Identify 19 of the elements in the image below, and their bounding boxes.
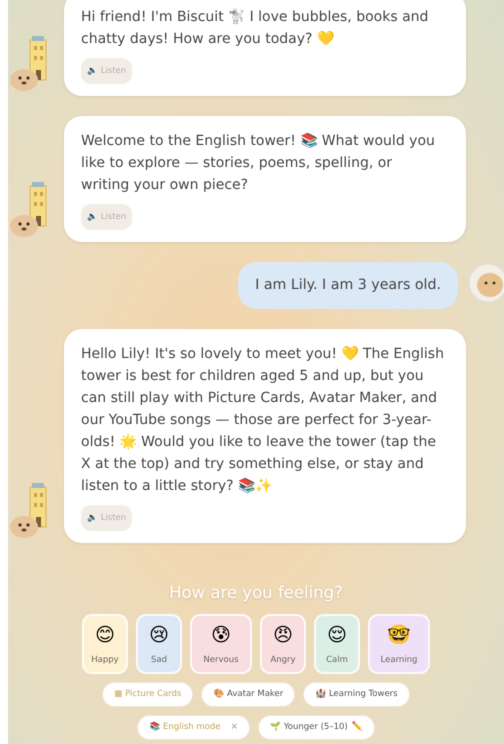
mood-button[interactable]: 😰 Nervous [190,614,252,674]
listen-button[interactable]: 🔈 Listen [81,58,132,84]
shortcut-button[interactable]: 🏰 Learning Towers [303,682,410,706]
mood-button[interactable]: 😠 Angry [260,614,306,674]
mood-button[interactable]: 😌 Calm [314,614,360,674]
setting-label: 🌱 Younger (5–10) [270,720,348,734]
user-message: I am Lily. I am 3 years old. [238,262,458,310]
mood-prompt: How are you feeling? [168,582,344,604]
listen-button[interactable]: 🔈 Listen [81,505,132,532]
mood-button[interactable]: 😊 Happy [82,614,128,674]
listen-button[interactable]: 🔈 Listen [81,204,132,230]
setting-label: 📚 English mode [149,720,220,734]
message-text: Hi friend! I'm Biscuit 🐩 I love bubbles, books and chatty days! How are you today? 💛 [81,8,430,49]
mood-button[interactable]: 🤓 Learning [368,614,430,674]
message-text: Welcome to the English tower! 📚 What would you like to explore — stories, poems, spelling, or writing your own piece? [81,132,436,195]
mood-button[interactable]: 😢 Sad [136,614,182,674]
message-text: Hello Lily! It's so lovely to meet you! 💛 The English tower is best for children aged 5 and up, but you can still play with Picture Cards, Avatar Maker, and our YouTube songs — those are perfect for 3-year-olds! 🌟 Would you like to leave the tower (tap the X at the top) and try something else, or stay and listen to a little story? 📚✨ [81,345,444,496]
puppy-avatar-icon [468,263,504,304]
shortcut-button[interactable]: 🎨 Avatar Maker [201,682,296,706]
